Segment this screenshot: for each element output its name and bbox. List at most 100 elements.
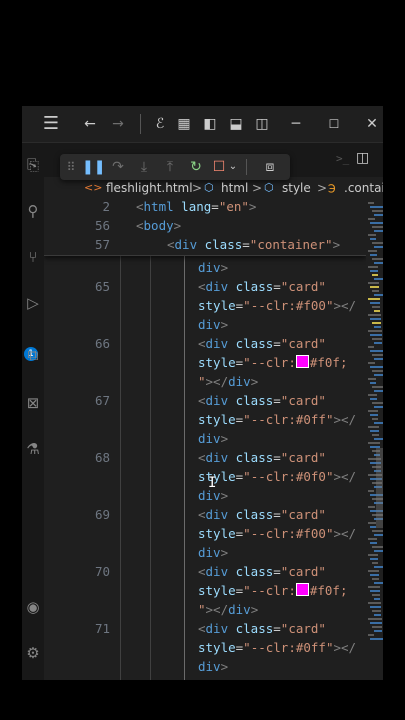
minimap-line [368, 218, 375, 220]
breadcrumb-item[interactable]: html [221, 178, 248, 198]
minimap-line [370, 270, 378, 272]
code-token: > [220, 260, 229, 275]
code-token: "container" [249, 237, 333, 252]
chevron-down-icon[interactable]: ⌄ [226, 157, 240, 177]
code-token: < [136, 199, 144, 214]
minimap-line [372, 354, 383, 356]
search-icon[interactable]: ⚲ [22, 201, 44, 221]
accounts-icon[interactable]: ◉ [22, 597, 44, 617]
code-token: "--clr:#f00" [243, 298, 334, 313]
code-token: ></ [333, 640, 357, 655]
minimap-line [374, 438, 383, 440]
code-line: <html lang="en"> [136, 199, 256, 214]
code-line: div> [198, 317, 228, 332]
minimap-line [368, 426, 379, 428]
minimap-line [368, 634, 374, 636]
minimap-line [370, 318, 381, 320]
scrollbar-thumb[interactable] [376, 448, 383, 528]
maximize-icon[interactable]: ☐ [324, 114, 344, 134]
minimap-line [368, 234, 376, 236]
code-line: style="--clr:#0ff"></ [198, 640, 356, 655]
code-token: div [228, 602, 251, 617]
toggle-panel-icon[interactable]: ⬓ [226, 114, 246, 134]
code-token: " [198, 602, 206, 617]
code-token: > [220, 659, 229, 674]
minimap-line [368, 570, 379, 572]
breadcrumb-item[interactable]: style [282, 178, 311, 198]
step-over-icon[interactable]: ↷ [108, 157, 128, 177]
minimize-icon[interactable]: ─ [286, 114, 306, 134]
source-control-icon[interactable]: ⑂ [22, 247, 44, 267]
code-token: ></ [205, 374, 229, 389]
code-line: <div class="card" [198, 564, 326, 579]
minimap-line [372, 338, 382, 340]
back-icon[interactable]: ← [80, 114, 100, 134]
run-debug-icon[interactable]: ▷ [22, 293, 44, 313]
open-browser-icon[interactable]: ⧈ [260, 157, 280, 177]
step-into-icon[interactable]: ⤓ [134, 157, 154, 177]
step-out-icon[interactable]: ⤒ [160, 157, 180, 177]
explorer-icon[interactable]: ⎘ [22, 155, 44, 175]
color-swatch-icon[interactable] [295, 355, 309, 368]
restart-icon[interactable]: ↻ [186, 157, 206, 177]
minimap-line [368, 362, 375, 364]
layout-customize-icon[interactable]: ▦ [174, 114, 194, 134]
breadcrumb-file[interactable]: fleshlight.html [106, 178, 193, 198]
code-token: class [228, 393, 274, 408]
terminal-icon[interactable]: >_ [336, 152, 349, 165]
minimap-line [374, 262, 383, 264]
code-token: < [198, 564, 206, 579]
code-token: "--clr:#0ff" [243, 412, 334, 427]
code-token: "card" [280, 279, 326, 294]
line-number: 69 [94, 507, 110, 522]
code-token: "card" [280, 393, 326, 408]
breadcrumb: <> fleshlight.html > ⬡ html > ⬡ style > … [44, 178, 383, 198]
more-actions-icon[interactable]: ··· [382, 149, 383, 165]
minimap-line [370, 382, 376, 384]
minimap-line [374, 294, 383, 296]
code-editor[interactable]: style="--clr:#ff0"></div>65<div class="c… [44, 198, 366, 680]
minimap-line [372, 434, 379, 436]
minimap-line [368, 506, 375, 508]
minimap-line [368, 410, 378, 412]
code-token: > [220, 488, 229, 503]
toggle-secondary-sidebar-icon[interactable]: ◫ [252, 114, 272, 134]
code-token: ></ [205, 602, 229, 617]
minimap-line [368, 554, 378, 556]
minimap-line [370, 398, 377, 400]
drag-handle-icon[interactable]: ⠿ [64, 157, 78, 177]
remote-explorer-icon[interactable]: ⊠ [22, 393, 44, 413]
minimap-line [374, 598, 380, 600]
code-token: div [205, 336, 229, 351]
code-token: class [228, 564, 274, 579]
indent-guide [120, 256, 121, 680]
toggle-primary-sidebar-icon[interactable]: ◧ [200, 114, 220, 134]
close-icon[interactable]: ✕ [362, 114, 382, 134]
line-number: 57 [94, 237, 110, 252]
minimap-line [374, 630, 382, 632]
menu-icon[interactable]: ☰ [38, 114, 64, 134]
pause-icon[interactable]: ❚❚ [82, 157, 105, 177]
testing-icon[interactable]: ⚗ [22, 439, 44, 459]
settings-gear-icon[interactable]: ⚙ [22, 643, 44, 663]
minimap-line [370, 558, 378, 560]
minimap-line [372, 210, 383, 212]
copilot-icon[interactable]: ℰ [150, 114, 170, 134]
minimap-line [370, 430, 379, 432]
split-editor-icon[interactable]: ◫ [356, 150, 369, 166]
extensions-icon[interactable]: ⧉ [22, 345, 44, 365]
element-icon: ⬡ [264, 181, 274, 194]
minimap-line [368, 202, 374, 204]
color-swatch-icon[interactable] [295, 583, 309, 596]
minimap-line [372, 402, 383, 404]
code-token: = [273, 393, 281, 408]
code-token: div [198, 260, 221, 275]
code-line: div> [198, 431, 228, 446]
minimap-line [370, 366, 383, 368]
toolbar-divider [246, 159, 247, 175]
code-line: <div class="card" [198, 393, 326, 408]
forward-icon[interactable]: → [108, 114, 128, 134]
code-token: class [228, 507, 274, 522]
breadcrumb-item[interactable]: .container [344, 178, 383, 198]
minimap[interactable] [366, 198, 383, 680]
